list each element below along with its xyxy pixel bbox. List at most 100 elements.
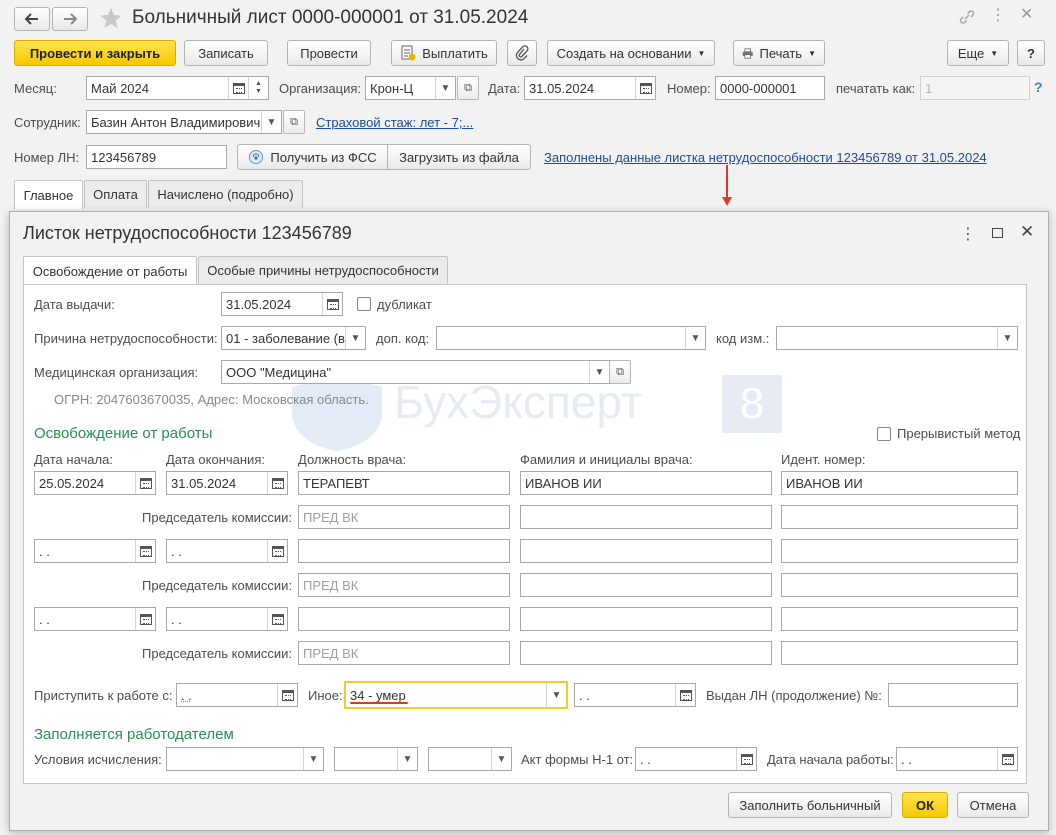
calendar-icon[interactable] <box>736 748 756 770</box>
release3-end-date[interactable]: . . <box>166 607 288 631</box>
release1-doctor-name[interactable]: ИВАНОВ ИИ <box>520 471 772 495</box>
return-to-work-field[interactable]: . . <box>176 683 298 707</box>
dropdown-arrow-icon[interactable]: ▼ <box>997 327 1017 349</box>
issue-date-field[interactable]: 31.05.2024 <box>221 292 343 316</box>
continued-ln-field[interactable] <box>888 683 1018 707</box>
get-from-fss-button[interactable]: Получить из ФСС <box>237 144 388 170</box>
calendar-icon[interactable] <box>267 540 287 562</box>
release2-chair-id[interactable] <box>781 573 1018 597</box>
tab-payment[interactable]: Оплата <box>84 180 147 208</box>
release3-chair-name[interactable] <box>520 641 772 665</box>
release2-chair-name[interactable] <box>520 573 772 597</box>
calendar-icon[interactable] <box>135 472 155 494</box>
release2-end-date[interactable]: . . <box>166 539 288 563</box>
calendar-icon[interactable] <box>675 684 695 706</box>
other-date-field[interactable]: . . <box>574 683 696 707</box>
work-start-date-field[interactable]: . . <box>896 747 1018 771</box>
dropdown-arrow-icon[interactable]: ▼ <box>261 111 281 133</box>
release3-start-date[interactable]: . . <box>34 607 156 631</box>
forward-button[interactable] <box>52 7 88 31</box>
calendar-icon[interactable] <box>135 608 155 630</box>
tab-release-from-work[interactable]: Освобождение от работы <box>23 256 197 285</box>
open-employee-icon[interactable]: ⧉ <box>283 110 305 134</box>
release3-doctor-position[interactable] <box>298 607 510 631</box>
month-field[interactable]: Май 2024 ▲ ▼ <box>86 76 269 100</box>
tab-accrued-detailed[interactable]: Начислено (подробно) <box>148 180 303 208</box>
release2-chair-position[interactable]: ПРЕД ВК <box>298 573 510 597</box>
release1-end-date[interactable]: 31.05.2024 <box>166 471 288 495</box>
release1-id-number[interactable]: ИВАНОВ ИИ <box>781 471 1018 495</box>
post-button[interactable]: Провести <box>287 40 371 66</box>
post-and-close-button[interactable]: Провести и закрыть <box>14 40 176 66</box>
filled-data-link[interactable]: Заполнены данные листка нетрудоспособнос… <box>544 150 987 165</box>
maximize-icon[interactable] <box>992 228 1003 238</box>
print-button[interactable]: Печать ▼ <box>733 40 825 66</box>
date-field[interactable]: 31.05.2024 <box>524 76 656 100</box>
menu-dots-icon[interactable]: ⋮ <box>990 8 1006 24</box>
intermittent-method-checkbox[interactable] <box>877 427 891 441</box>
release2-id-number[interactable] <box>781 539 1018 563</box>
release1-chair-position[interactable]: ПРЕД ВК <box>298 505 510 529</box>
release1-chair-id[interactable] <box>781 505 1018 529</box>
month-spinner[interactable]: ▲ ▼ <box>248 77 268 99</box>
open-med-org-icon[interactable]: ⧉ <box>609 360 631 384</box>
calc-condition-2[interactable]: ▼ <box>334 747 418 771</box>
dropdown-arrow-icon[interactable]: ▼ <box>397 748 417 770</box>
open-organization-icon[interactable]: ⧉ <box>457 76 479 100</box>
calendar-icon[interactable] <box>267 472 287 494</box>
release2-doctor-position[interactable] <box>298 539 510 563</box>
act-n1-date-field[interactable]: . . <box>635 747 757 771</box>
duplicate-checkbox[interactable] <box>357 297 371 311</box>
release3-chair-id[interactable] <box>781 641 1018 665</box>
dropdown-arrow-icon[interactable]: ▼ <box>345 327 365 349</box>
other-field[interactable]: 34 - умер ▼ <box>344 681 568 709</box>
employee-field[interactable]: Базин Антон Владимирович ▼ <box>86 110 282 134</box>
dropdown-arrow-icon[interactable]: ▼ <box>435 77 455 99</box>
close-icon[interactable]: ✕ <box>1020 222 1034 242</box>
star-icon[interactable] <box>100 7 122 29</box>
link-icon[interactable] <box>958 9 976 25</box>
calendar-icon[interactable] <box>228 77 248 99</box>
save-button[interactable]: Записать <box>184 40 268 66</box>
calendar-icon[interactable] <box>997 748 1017 770</box>
reason-field[interactable]: 01 - заболевание (в ▼ <box>221 326 366 350</box>
ln-number-field[interactable]: 123456789 <box>86 145 227 169</box>
close-icon[interactable]: ✕ <box>1020 7 1033 23</box>
create-based-on-button[interactable]: Создать на основании ▼ <box>547 40 715 66</box>
calc-condition-3[interactable]: ▼ <box>428 747 512 771</box>
dropdown-arrow-icon[interactable]: ▼ <box>589 361 609 383</box>
release2-start-date[interactable]: . . <box>34 539 156 563</box>
attach-button[interactable] <box>507 40 537 66</box>
dropdown-arrow-icon[interactable]: ▼ <box>546 683 566 707</box>
calendar-icon[interactable] <box>267 608 287 630</box>
calendar-icon[interactable] <box>322 293 342 315</box>
print-as-field[interactable]: 1 <box>920 76 1030 100</box>
release1-doctor-position[interactable]: ТЕРАПЕВТ <box>298 471 510 495</box>
tab-main[interactable]: Главное <box>14 180 83 209</box>
calc-condition-1[interactable]: ▼ <box>166 747 324 771</box>
med-org-field[interactable]: ООО "Медицина" ▼ <box>221 360 610 384</box>
dropdown-arrow-icon[interactable]: ▼ <box>303 748 323 770</box>
more-button[interactable]: Еще ▼ <box>947 40 1009 66</box>
dropdown-arrow-icon[interactable]: ▼ <box>491 748 511 770</box>
menu-dots-icon[interactable]: ⋮ <box>960 224 976 244</box>
question-icon[interactable]: ? <box>1034 79 1043 95</box>
help-button[interactable]: ? <box>1017 40 1045 66</box>
tab-special-reasons[interactable]: Особые причины нетрудоспособности <box>198 256 448 284</box>
change-code-field[interactable]: ▼ <box>776 326 1018 350</box>
pay-button[interactable]: Выплатить <box>391 40 497 66</box>
release3-id-number[interactable] <box>781 607 1018 631</box>
release2-doctor-name[interactable] <box>520 539 772 563</box>
calendar-icon[interactable] <box>635 77 655 99</box>
extra-code-field[interactable]: ▼ <box>436 326 706 350</box>
release3-chair-position[interactable]: ПРЕД ВК <box>298 641 510 665</box>
ok-button[interactable]: ОК <box>902 792 948 818</box>
organization-field[interactable]: Крон-Ц ▼ <box>365 76 456 100</box>
back-button[interactable] <box>14 7 50 31</box>
insurance-experience-link[interactable]: Страховой стаж: лет - 7;... <box>316 115 473 130</box>
release3-doctor-name[interactable] <box>520 607 772 631</box>
release1-chair-name[interactable] <box>520 505 772 529</box>
calendar-icon[interactable] <box>135 540 155 562</box>
dropdown-arrow-icon[interactable]: ▼ <box>685 327 705 349</box>
cancel-button[interactable]: Отмена <box>957 792 1029 818</box>
